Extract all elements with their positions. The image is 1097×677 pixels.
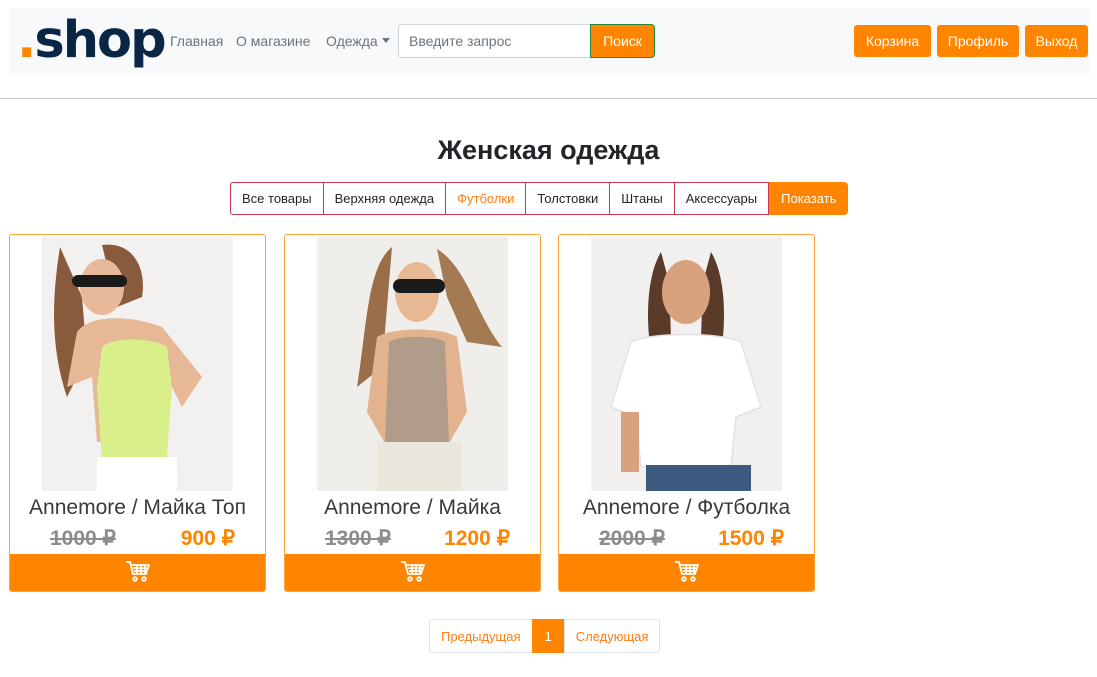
product-image[interactable] — [591, 237, 782, 491]
add-to-cart-button[interactable] — [559, 554, 814, 591]
product-name[interactable]: Annemore / Майка — [289, 493, 536, 523]
cart-icon — [125, 560, 151, 587]
shop-logo[interactable]: .shop — [17, 6, 167, 76]
header-divider — [0, 98, 1097, 99]
product-image[interactable] — [42, 237, 233, 491]
filter-outerwear[interactable]: Верхняя одежда — [322, 182, 447, 215]
logout-button[interactable]: Выход — [1025, 25, 1088, 57]
filter-hoodies[interactable]: Толстовки — [525, 182, 611, 215]
nav-dropdown-label: Одежда — [326, 33, 378, 49]
pagination-next[interactable]: Следующая — [563, 619, 661, 653]
product-image[interactable] — [317, 237, 508, 491]
product-old-price: 1300 ₽ — [325, 527, 391, 550]
pagination-page-1[interactable]: 1 — [531, 619, 565, 653]
product-price: 900 ₽ — [180, 527, 235, 550]
navbar: .shop Главная О магазине Одежда Поиск Ко… — [9, 8, 1089, 75]
cart-icon — [674, 560, 700, 587]
search-input[interactable] — [398, 24, 591, 58]
pagination: Предыдущая 1 Следующая — [429, 619, 661, 653]
filter-accessories[interactable]: Аксессуары — [673, 182, 770, 215]
filter-tshirts[interactable]: Футболки — [445, 182, 527, 215]
filter-all[interactable]: Все товары — [230, 182, 324, 215]
pagination-prev[interactable]: Предыдущая — [429, 619, 533, 653]
product-card: Annemore / Майка Топ 1000 ₽ 900 ₽ — [9, 234, 266, 592]
nav-dropdown-clothing[interactable]: Одежда — [326, 33, 390, 50]
caret-down-icon — [381, 38, 390, 43]
cart-icon — [400, 560, 426, 587]
product-old-price: 1000 ₽ — [50, 527, 116, 550]
nav-link-about[interactable]: О магазине — [236, 33, 310, 50]
product-card: Annemore / Майка 1300 ₽ 1200 ₽ — [284, 234, 541, 592]
product-name[interactable]: Annemore / Футболка — [563, 493, 810, 523]
product-name[interactable]: Annemore / Майка Топ — [14, 493, 261, 523]
product-price: 1200 ₽ — [444, 527, 510, 550]
product-card: Annemore / Футболка 2000 ₽ 1500 ₽ — [558, 234, 815, 592]
add-to-cart-button[interactable] — [10, 554, 265, 591]
profile-button[interactable]: Профиль — [937, 25, 1019, 57]
page-title: Женская одежда — [437, 135, 660, 165]
nav-link-home[interactable]: Главная — [170, 33, 223, 50]
filter-show-button[interactable]: Показать — [769, 182, 849, 215]
product-old-price: 2000 ₽ — [599, 527, 665, 550]
cart-button[interactable]: Корзина — [854, 25, 931, 57]
search-button[interactable]: Поиск — [590, 24, 655, 58]
product-price: 1500 ₽ — [718, 527, 784, 550]
add-to-cart-button[interactable] — [285, 554, 540, 591]
category-filter-group: Все товары Верхняя одежда Футболки Толст… — [230, 182, 849, 215]
filter-pants[interactable]: Штаны — [609, 182, 675, 215]
